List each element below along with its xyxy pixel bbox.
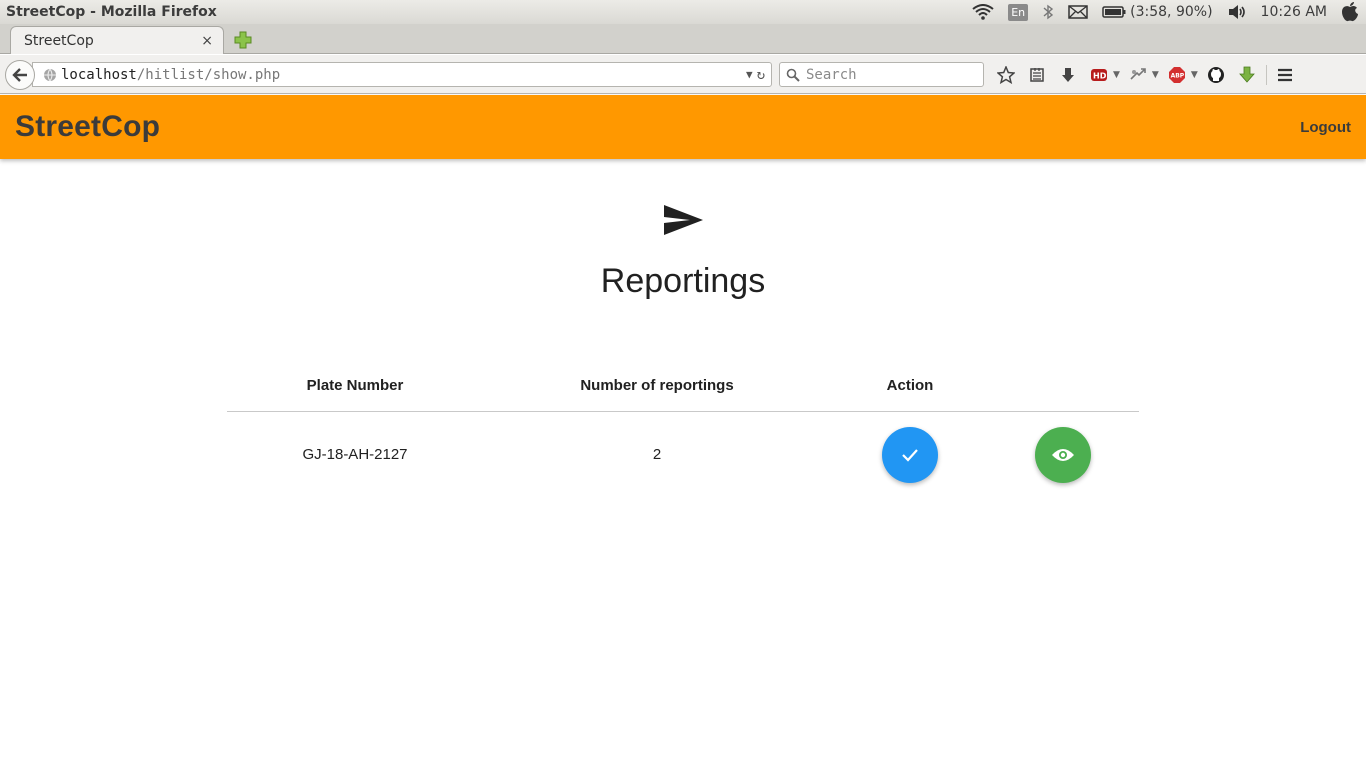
url-bar[interactable]: localhost/hitlist/show.php ▼ ↻ (32, 62, 772, 87)
search-bar[interactable] (779, 62, 984, 87)
toolbar-separator (1265, 65, 1267, 85)
star-icon[interactable] (994, 63, 1018, 87)
svg-text:HD: HD (1093, 72, 1107, 81)
back-button[interactable] (5, 60, 35, 90)
hd-dropdown-icon[interactable]: ▼ (1113, 70, 1120, 80)
github-icon[interactable] (1204, 63, 1228, 87)
window-title: StreetCop - Mozilla Firefox (6, 4, 217, 20)
hd-icon[interactable]: HD (1087, 63, 1111, 87)
new-tab-icon[interactable] (233, 30, 253, 50)
reading-list-icon[interactable] (1025, 63, 1049, 87)
plate-number-cell: GJ-18-AH-2127 (302, 446, 408, 463)
abp-icon[interactable]: ABP (1165, 63, 1189, 87)
globe-icon (43, 68, 57, 82)
eye-icon (1052, 449, 1074, 461)
tab-strip: StreetCop × (0, 24, 1366, 54)
system-tray: En (3:58, 90%) 10:26 AM (965, 0, 1366, 24)
app-header: StreetCop Logout (0, 95, 1366, 159)
toolbar-icons: HD ▼ ▼ ABP ▼ (994, 63, 1304, 87)
page-title: Reportings (600, 262, 766, 300)
send-icon (663, 204, 703, 240)
approve-button[interactable] (882, 427, 938, 483)
back-arrow-icon (12, 68, 27, 82)
check-icon (902, 449, 918, 462)
search-icon (786, 68, 800, 82)
brand-logo[interactable]: StreetCop (15, 110, 160, 144)
keyboard-layout-indicator[interactable]: En (1008, 3, 1029, 21)
view-button[interactable] (1035, 427, 1091, 483)
reporting-count-cell: 2 (652, 446, 662, 463)
download-helper-icon[interactable] (1235, 63, 1259, 87)
url-tools: ▼ ↻ (746, 67, 771, 83)
url-path: /hitlist/show.php (136, 66, 281, 83)
reportings-table: Plate Number Number of reportings Action… (227, 362, 1139, 498)
url-history-dropdown-icon[interactable]: ▼ (746, 68, 753, 81)
battery-indicator[interactable]: (3:58, 90%) (1102, 4, 1213, 20)
mail-icon[interactable] (1068, 5, 1088, 19)
close-tab-icon[interactable]: × (201, 33, 213, 49)
logout-link[interactable]: Logout (1300, 119, 1351, 136)
extension-icon[interactable] (1126, 63, 1150, 87)
download-icon[interactable] (1056, 63, 1080, 87)
column-header-number-of-reportings: Number of reportings (580, 377, 734, 394)
os-top-panel: StreetCop - Mozilla Firefox En (3:58, 90… (0, 0, 1366, 24)
svg-text:ABP: ABP (1170, 73, 1184, 80)
table-header: Plate Number Number of reportings Action (227, 362, 1139, 412)
column-header-plate-number: Plate Number (306, 377, 404, 394)
wifi-icon[interactable] (972, 4, 994, 20)
reload-icon[interactable]: ↻ (757, 67, 765, 83)
column-header-action: Action (886, 377, 934, 394)
table-row: GJ-18-AH-2127 2 (227, 412, 1139, 498)
url-text: localhost/hitlist/show.php (61, 67, 746, 83)
clock[interactable]: 10:26 AM (1261, 4, 1327, 20)
extension-dropdown-icon[interactable]: ▼ (1152, 70, 1159, 80)
battery-text: (3:58, 90%) (1130, 4, 1213, 20)
url-host: localhost (61, 66, 137, 83)
tab-label: StreetCop (24, 32, 94, 49)
search-input[interactable] (804, 65, 974, 84)
abp-dropdown-icon[interactable]: ▼ (1191, 70, 1198, 80)
menu-icon[interactable] (1273, 63, 1297, 87)
bluetooth-icon[interactable] (1042, 4, 1054, 20)
tab-streetcop[interactable]: StreetCop × (10, 26, 224, 54)
navigation-toolbar: localhost/hitlist/show.php ▼ ↻ HD ▼ ▼ (0, 55, 1366, 94)
volume-icon[interactable] (1227, 4, 1247, 20)
apple-logo-icon[interactable] (1341, 2, 1359, 22)
